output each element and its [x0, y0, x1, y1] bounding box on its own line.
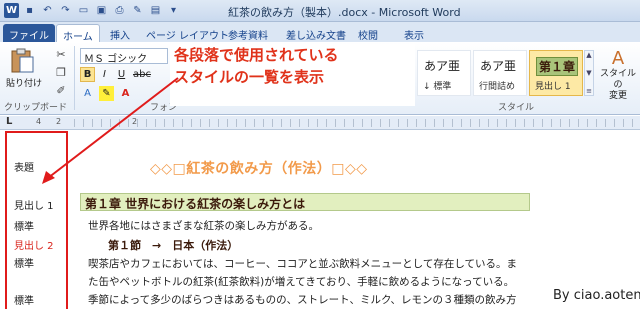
heading-1[interactable]: 第１章 世界における紅茶の楽しみ方とは: [80, 193, 530, 211]
font-name-box[interactable]: ＭＳ ゴシック: [80, 48, 168, 65]
change-styles-icon: A: [611, 48, 625, 69]
ribbon-tabs: ファイル ホーム 挿入 ページ レイアウト 参考資料 差し込み文書 校閲 表示: [0, 22, 640, 43]
open-icon[interactable]: ▭: [76, 3, 91, 18]
bold-button[interactable]: B: [80, 67, 95, 82]
annotation-callout: 各段落で使用されている スタイルの一覧を表示: [170, 44, 415, 106]
horizontal-ruler[interactable]: [0, 116, 640, 130]
print-icon[interactable]: ⎙: [112, 3, 127, 18]
highlight-color-icon[interactable]: ✎: [99, 86, 114, 101]
italic-button[interactable]: I: [97, 67, 112, 82]
more-icon[interactable]: ≡: [586, 87, 592, 95]
change-styles-button[interactable]: A スタイルの 変更: [598, 48, 638, 102]
cut-icon[interactable]: ✂: [54, 48, 68, 61]
paste-button-label[interactable]: 貼り付け: [6, 76, 42, 89]
tab-review[interactable]: 校閲: [352, 24, 384, 42]
underline-button[interactable]: U: [114, 67, 129, 82]
change-styles-label-2: 変更: [608, 91, 627, 101]
body-paragraph[interactable]: 季節によって多少のばらつきはあるものの、ストレート、ミルク、レモンの３種類の飲み…: [88, 292, 517, 307]
style-name: ↓ 標準: [423, 82, 452, 92]
styles-group-label: スタイル: [498, 103, 535, 113]
body-paragraph[interactable]: た缶やペットボトルの紅茶(紅茶飲料)が増えてきており、手軽に飲めるようになってい…: [88, 274, 514, 289]
paste-icon[interactable]: [8, 48, 36, 74]
style-area-item: 表題: [14, 163, 34, 174]
ruler-number: 2: [56, 117, 62, 126]
ruler-ticks: [74, 119, 634, 127]
tab-selector[interactable]: L: [6, 116, 12, 127]
group-divider: [74, 46, 75, 110]
author-credit: By ciao.aoten: [553, 288, 640, 303]
clipboard-group-label: クリップボード: [4, 103, 68, 113]
style-gallery-scroll[interactable]: ▲ ▼ ≡: [584, 50, 594, 96]
change-styles-label-1: スタイルの: [599, 69, 636, 90]
style-area-item: 見出し 1: [14, 201, 54, 212]
style-tile-heading-1[interactable]: 第１章 見出し 1: [529, 50, 583, 96]
ruler-number: 4: [36, 117, 42, 126]
callout-line-1: 各段落で使用されている: [174, 46, 339, 64]
body-paragraph[interactable]: 世界各地にはさまざまな紅茶の楽しみ方がある。: [88, 218, 319, 233]
title-bar: W ▪ ↶ ↷ ▭ ▣ ⎙ ✎ ▤ ▾ 紅茶の飲み方（製本）.docx - Mi…: [0, 0, 640, 22]
redo-icon[interactable]: ↷: [58, 3, 73, 18]
style-area-pane: 表題 見出し 1 標準 見出し 2 標準 標準: [5, 131, 68, 309]
highlight-icon[interactable]: ✎: [130, 3, 145, 18]
style-sample: あア亜: [424, 59, 461, 73]
tab-mailings[interactable]: 差し込み文書: [280, 24, 352, 42]
tab-page-layout[interactable]: ページ レイアウト: [140, 24, 235, 42]
word-icon[interactable]: W: [4, 3, 19, 18]
style-area-item: 標準: [14, 259, 34, 270]
style-area-item: 標準: [14, 222, 34, 233]
image-icon[interactable]: ▣: [94, 3, 109, 18]
style-area-item: 標準: [14, 296, 34, 307]
tab-home[interactable]: ホーム: [56, 24, 100, 43]
callout-line-2: スタイルの一覧を表示: [174, 68, 325, 86]
layout-icon[interactable]: ▤: [148, 3, 163, 18]
style-name: 見出し 1: [535, 82, 571, 92]
font-color-icon[interactable]: A: [118, 86, 133, 101]
style-area-item: 見出し 2: [14, 241, 54, 252]
quick-access-toolbar: W ▪ ↶ ↷ ▭ ▣ ⎙ ✎ ▤ ▾: [4, 3, 181, 18]
ruler-number: 2: [132, 117, 138, 126]
document-title[interactable]: ◇◇□紅茶の飲み方（作法）□◇◇: [150, 158, 368, 178]
font-format-row: B I U abc: [80, 67, 153, 82]
chevron-down-icon[interactable]: ▼: [586, 69, 591, 77]
style-sample: あア亜: [480, 59, 517, 73]
tab-file[interactable]: ファイル: [3, 24, 55, 42]
style-tile-normal[interactable]: あア亜 ↓ 標準: [417, 50, 471, 96]
chevron-up-icon[interactable]: ▲: [586, 51, 591, 59]
body-paragraph[interactable]: 喫茶店やカフェにおいては、コーヒー、ココアと並ぶ飲料メニューとして存在している。…: [88, 256, 517, 271]
strikethrough-button[interactable]: abc: [131, 67, 153, 82]
format-painter-icon[interactable]: ✐: [54, 84, 68, 97]
save-icon[interactable]: ▪: [22, 3, 37, 18]
font-effects-row: A ✎ A: [80, 86, 133, 101]
undo-icon[interactable]: ↶: [40, 3, 55, 18]
style-tile-no-spacing[interactable]: あア亜 行間詰め: [473, 50, 527, 96]
tab-references[interactable]: 参考資料: [222, 24, 274, 42]
tab-view[interactable]: 表示: [398, 24, 430, 42]
qat-menu-icon[interactable]: ▾: [166, 3, 181, 18]
heading-2[interactable]: 第１節 → 日本（作法）: [108, 237, 238, 253]
text-effects-icon[interactable]: A: [80, 86, 95, 101]
tab-insert[interactable]: 挿入: [104, 24, 136, 42]
copy-icon[interactable]: ❐: [54, 66, 68, 79]
style-name: 行間詰め: [479, 82, 516, 92]
style-sample: 第１章: [536, 57, 579, 76]
window-title: 紅茶の飲み方（製本）.docx - Microsoft Word: [228, 6, 461, 19]
